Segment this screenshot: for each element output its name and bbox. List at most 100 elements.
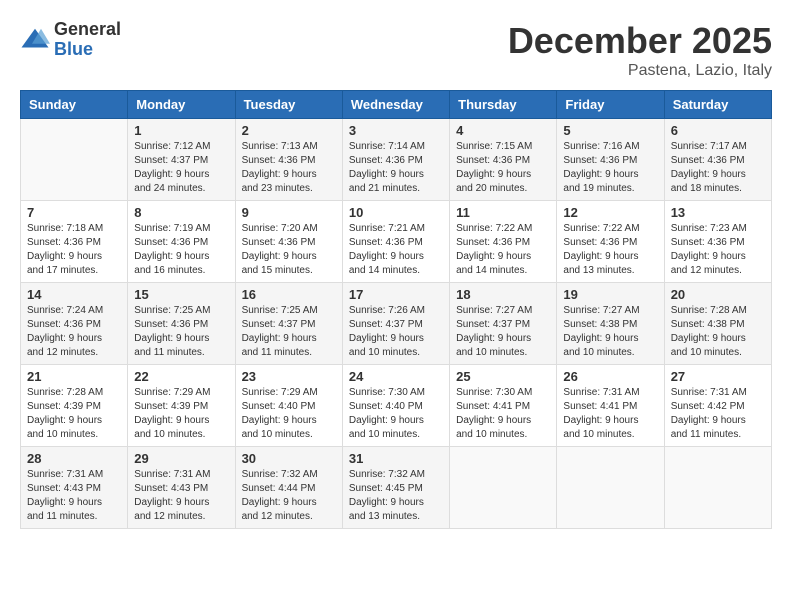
day-number: 28 xyxy=(27,451,121,466)
day-number: 15 xyxy=(134,287,228,302)
calendar-cell: 30 Sunrise: 7:32 AMSunset: 4:44 PMDayligh… xyxy=(235,447,342,529)
calendar-cell xyxy=(21,119,128,201)
day-info: Sunrise: 7:25 AMSunset: 4:37 PMDaylight:… xyxy=(242,304,336,360)
weekday-header-friday: Friday xyxy=(557,91,664,119)
day-info: Sunrise: 7:17 AMSunset: 4:36 PMDaylight:… xyxy=(671,140,765,196)
day-number: 27 xyxy=(671,369,765,384)
day-info: Sunrise: 7:27 AMSunset: 4:38 PMDaylight:… xyxy=(563,304,657,360)
day-info: Sunrise: 7:23 AMSunset: 4:36 PMDaylight:… xyxy=(671,222,765,278)
day-info: Sunrise: 7:29 AMSunset: 4:40 PMDaylight:… xyxy=(242,386,336,442)
day-info: Sunrise: 7:14 AMSunset: 4:36 PMDaylight:… xyxy=(349,140,443,196)
day-number: 19 xyxy=(563,287,657,302)
day-number: 10 xyxy=(349,205,443,220)
day-info: Sunrise: 7:29 AMSunset: 4:39 PMDaylight:… xyxy=(134,386,228,442)
calendar-cell xyxy=(557,447,664,529)
day-info: Sunrise: 7:18 AMSunset: 4:36 PMDaylight:… xyxy=(27,222,121,278)
day-info: Sunrise: 7:27 AMSunset: 4:37 PMDaylight:… xyxy=(456,304,550,360)
calendar-cell: 19 Sunrise: 7:27 AMSunset: 4:38 PMDayligh… xyxy=(557,283,664,365)
weekday-header-tuesday: Tuesday xyxy=(235,91,342,119)
calendar-cell xyxy=(450,447,557,529)
logo-general-text: General xyxy=(54,20,121,40)
calendar-week-row: 21 Sunrise: 7:28 AMSunset: 4:39 PMDayligh… xyxy=(21,365,772,447)
day-number: 26 xyxy=(563,369,657,384)
day-info: Sunrise: 7:26 AMSunset: 4:37 PMDaylight:… xyxy=(349,304,443,360)
calendar-cell: 8 Sunrise: 7:19 AMSunset: 4:36 PMDaylight… xyxy=(128,201,235,283)
calendar-cell: 29Sunrise: 7:31 AMSunset: 4:43 PMDayligh… xyxy=(128,447,235,529)
calendar-cell: 3 Sunrise: 7:14 AMSunset: 4:36 PMDaylight… xyxy=(342,119,449,201)
day-number: 30 xyxy=(242,451,336,466)
day-number: 20 xyxy=(671,287,765,302)
calendar-cell: 1 Sunrise: 7:12 AMSunset: 4:37 PMDaylight… xyxy=(128,119,235,201)
day-number: 24 xyxy=(349,369,443,384)
day-number: 3 xyxy=(349,123,443,138)
day-info: Sunrise: 7:24 AMSunset: 4:36 PMDaylight:… xyxy=(27,304,121,360)
calendar-body: 1 Sunrise: 7:12 AMSunset: 4:37 PMDaylight… xyxy=(21,119,772,529)
calendar-cell: 26 Sunrise: 7:31 AMSunset: 4:41 PMDayligh… xyxy=(557,365,664,447)
calendar-cell: 15 Sunrise: 7:25 AMSunset: 4:36 PMDayligh… xyxy=(128,283,235,365)
day-info: Sunrise: 7:22 AMSunset: 4:36 PMDaylight:… xyxy=(456,222,550,278)
calendar-week-row: 7 Sunrise: 7:18 AMSunset: 4:36 PMDaylight… xyxy=(21,201,772,283)
day-info: Sunrise: 7:30 AMSunset: 4:41 PMDaylight:… xyxy=(456,386,550,442)
day-info: Sunrise: 7:13 AMSunset: 4:36 PMDaylight:… xyxy=(242,140,336,196)
day-info: Sunrise: 7:12 AMSunset: 4:37 PMDaylight:… xyxy=(134,140,228,196)
calendar-cell: 28 Sunrise: 7:31 AMSunset: 4:43 PMDayligh… xyxy=(21,447,128,529)
day-number: 5 xyxy=(563,123,657,138)
calendar-cell: 22 Sunrise: 7:29 AMSunset: 4:39 PMDayligh… xyxy=(128,365,235,447)
calendar-cell: 6 Sunrise: 7:17 AMSunset: 4:36 PMDaylight… xyxy=(664,119,771,201)
day-number: 22 xyxy=(134,369,228,384)
calendar-cell: 13Sunrise: 7:23 AMSunset: 4:36 PMDayligh… xyxy=(664,201,771,283)
weekday-header-monday: Monday xyxy=(128,91,235,119)
calendar-week-row: 1 Sunrise: 7:12 AMSunset: 4:37 PMDaylight… xyxy=(21,119,772,201)
calendar-cell xyxy=(664,447,771,529)
calendar-cell: 24 Sunrise: 7:30 AMSunset: 4:40 PMDayligh… xyxy=(342,365,449,447)
calendar-cell: 27 Sunrise: 7:31 AMSunset: 4:42 PMDayligh… xyxy=(664,365,771,447)
day-number: 1 xyxy=(134,123,228,138)
title-area: December 2025 Pastena, Lazio, Italy xyxy=(508,20,772,80)
day-info: Sunrise: 7:21 AMSunset: 4:36 PMDaylight:… xyxy=(349,222,443,278)
logo-icon xyxy=(20,25,50,55)
day-info: Sunrise: 7:31 AMSunset: 4:42 PMDaylight:… xyxy=(671,386,765,442)
day-info: Sunrise: 7:19 AMSunset: 4:36 PMDaylight:… xyxy=(134,222,228,278)
day-number: 2 xyxy=(242,123,336,138)
day-info: Sunrise: 7:15 AMSunset: 4:36 PMDaylight:… xyxy=(456,140,550,196)
day-info: Sunrise: 7:30 AMSunset: 4:40 PMDaylight:… xyxy=(349,386,443,442)
day-number: 23 xyxy=(242,369,336,384)
calendar-header: SundayMondayTuesdayWednesdayThursdayFrid… xyxy=(21,91,772,119)
day-info: Sunrise: 7:31 AMSunset: 4:43 PMDaylight:… xyxy=(27,468,121,524)
day-number: 9 xyxy=(242,205,336,220)
calendar-cell: 31Sunrise: 7:32 AMSunset: 4:45 PMDayligh… xyxy=(342,447,449,529)
day-info: Sunrise: 7:31 AMSunset: 4:43 PMDaylight:… xyxy=(134,468,228,524)
logo: General Blue xyxy=(20,20,121,60)
day-number: 6 xyxy=(671,123,765,138)
day-info: Sunrise: 7:32 AMSunset: 4:45 PMDaylight:… xyxy=(349,468,443,524)
day-number: 21 xyxy=(27,369,121,384)
day-info: Sunrise: 7:32 AMSunset: 4:44 PMDaylight:… xyxy=(242,468,336,524)
day-info: Sunrise: 7:28 AMSunset: 4:39 PMDaylight:… xyxy=(27,386,121,442)
logo-text: General Blue xyxy=(54,20,121,60)
header: General Blue December 2025 Pastena, Lazi… xyxy=(20,20,772,80)
calendar-cell: 23 Sunrise: 7:29 AMSunset: 4:40 PMDayligh… xyxy=(235,365,342,447)
day-info: Sunrise: 7:31 AMSunset: 4:41 PMDaylight:… xyxy=(563,386,657,442)
day-number: 17 xyxy=(349,287,443,302)
calendar-cell: 18Sunrise: 7:27 AMSunset: 4:37 PMDayligh… xyxy=(450,283,557,365)
calendar-cell: 5Sunrise: 7:16 AMSunset: 4:36 PMDaylight… xyxy=(557,119,664,201)
weekday-header-wednesday: Wednesday xyxy=(342,91,449,119)
calendar-cell: 21 Sunrise: 7:28 AMSunset: 4:39 PMDayligh… xyxy=(21,365,128,447)
weekday-header-row: SundayMondayTuesdayWednesdayThursdayFrid… xyxy=(21,91,772,119)
calendar-cell: 12Sunrise: 7:22 AMSunset: 4:36 PMDayligh… xyxy=(557,201,664,283)
day-info: Sunrise: 7:20 AMSunset: 4:36 PMDaylight:… xyxy=(242,222,336,278)
calendar-week-row: 14 Sunrise: 7:24 AMSunset: 4:36 PMDayligh… xyxy=(21,283,772,365)
day-number: 8 xyxy=(134,205,228,220)
month-title: December 2025 xyxy=(508,20,772,62)
location: Pastena, Lazio, Italy xyxy=(508,62,772,80)
logo-blue-text: Blue xyxy=(54,40,121,60)
day-info: Sunrise: 7:28 AMSunset: 4:38 PMDaylight:… xyxy=(671,304,765,360)
day-number: 14 xyxy=(27,287,121,302)
calendar-cell: 17 Sunrise: 7:26 AMSunset: 4:37 PMDayligh… xyxy=(342,283,449,365)
calendar-cell: 4Sunrise: 7:15 AMSunset: 4:36 PMDaylight… xyxy=(450,119,557,201)
day-info: Sunrise: 7:25 AMSunset: 4:36 PMDaylight:… xyxy=(134,304,228,360)
calendar-cell: 14 Sunrise: 7:24 AMSunset: 4:36 PMDayligh… xyxy=(21,283,128,365)
calendar-cell: 10 Sunrise: 7:21 AMSunset: 4:36 PMDayligh… xyxy=(342,201,449,283)
calendar-cell: 2 Sunrise: 7:13 AMSunset: 4:36 PMDaylight… xyxy=(235,119,342,201)
day-number: 7 xyxy=(27,205,121,220)
